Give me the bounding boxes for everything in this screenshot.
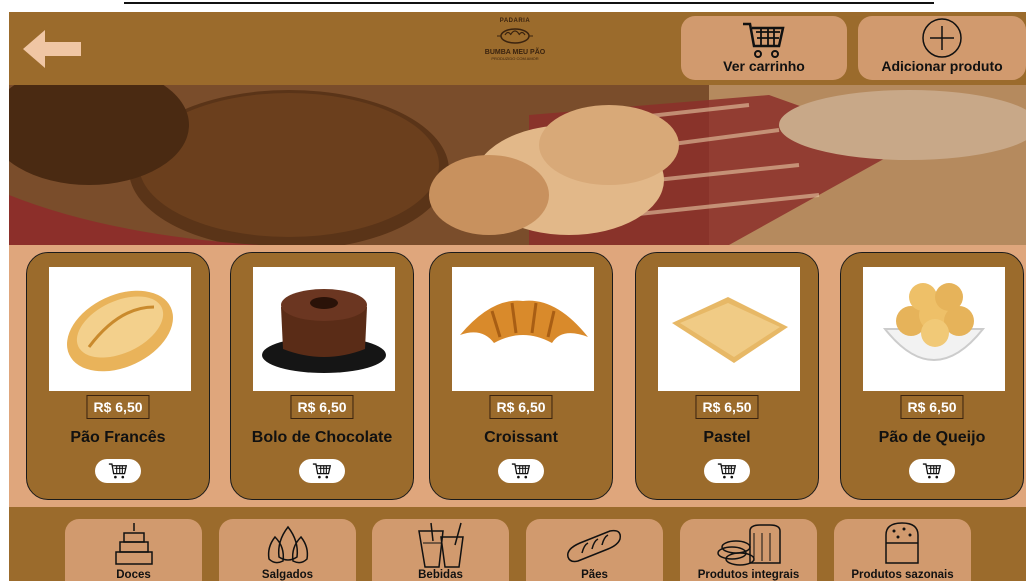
add-to-cart-button[interactable] bbox=[299, 459, 345, 483]
bakery-logo: PADARIA BUMBA MEU PÃO PRODUZIDO COM AMOR bbox=[484, 18, 546, 61]
category-label: Salgados bbox=[261, 569, 314, 581]
cheese-bread-photo bbox=[863, 267, 1005, 391]
arrow-left-icon bbox=[23, 30, 81, 68]
category-doces[interactable]: Doces bbox=[65, 519, 202, 581]
shopping-cart-icon bbox=[922, 463, 942, 479]
pastel-photo bbox=[658, 267, 800, 391]
croissant-photo bbox=[452, 267, 594, 391]
bread-logo-icon bbox=[497, 28, 533, 44]
category-label: Doces bbox=[116, 569, 151, 581]
top-divider bbox=[124, 2, 934, 4]
category-nav: Doces Salgados Bebidas Pães Produtos int… bbox=[9, 507, 1026, 581]
product-price: R$ 6,50 bbox=[489, 395, 553, 419]
shopping-cart-icon bbox=[511, 463, 531, 479]
add-product-button[interactable]: Adicionar produto bbox=[858, 16, 1026, 80]
product-name: Croissant bbox=[484, 429, 558, 446]
product-price: R$ 6,50 bbox=[86, 395, 150, 419]
add-to-cart-button[interactable] bbox=[909, 459, 955, 483]
product-card: R$ 6,50 Bolo de Chocolate bbox=[230, 252, 414, 500]
plus-circle-icon bbox=[922, 18, 962, 58]
shopping-cart-icon bbox=[312, 463, 332, 479]
product-name: Bolo de Chocolate bbox=[251, 429, 393, 446]
product-card: R$ 6,50 Croissant bbox=[429, 252, 613, 500]
product-name: Pão Francês bbox=[70, 429, 166, 446]
coxinha-icon bbox=[267, 525, 309, 564]
panettone-icon bbox=[885, 522, 919, 564]
app-header: PADARIA BUMBA MEU PÃO PRODUZIDO COM AMOR… bbox=[9, 12, 1026, 85]
product-price: R$ 6,50 bbox=[290, 395, 354, 419]
product-name: Pastel bbox=[703, 429, 751, 446]
hero-banner bbox=[9, 85, 1026, 245]
product-name: Pão de Queijo bbox=[878, 429, 986, 446]
add-to-cart-button[interactable] bbox=[704, 459, 750, 483]
baguette-icon bbox=[567, 529, 622, 563]
category-bebidas[interactable]: Bebidas bbox=[372, 519, 509, 581]
product-card: R$ 6,50 Pão de Queijo bbox=[840, 252, 1024, 500]
product-grid: R$ 6,50 Pão Francês R$ 6,50 Bolo de Choc… bbox=[9, 245, 1026, 507]
category-produtos-sazonais[interactable]: Produtos sazonais bbox=[834, 519, 971, 581]
product-price: R$ 6,50 bbox=[900, 395, 964, 419]
add-to-cart-button[interactable] bbox=[95, 459, 141, 483]
category-produtos-integrais[interactable]: Produtos integrais bbox=[680, 519, 817, 581]
category-label: Bebidas bbox=[418, 569, 463, 581]
whole-bread-icon bbox=[717, 524, 781, 566]
add-to-cart-button[interactable] bbox=[498, 459, 544, 483]
shopping-cart-icon bbox=[108, 463, 128, 479]
category-label: Pães bbox=[581, 569, 608, 581]
view-cart-label: Ver carrinho bbox=[723, 58, 805, 74]
drinks-icon bbox=[418, 522, 464, 568]
bread-basket-photo bbox=[9, 85, 1026, 245]
french-bread-photo bbox=[49, 267, 191, 391]
product-card: R$ 6,50 Pastel bbox=[635, 252, 819, 500]
category-salgados[interactable]: Salgados bbox=[219, 519, 356, 581]
product-price: R$ 6,50 bbox=[695, 395, 759, 419]
category-paes[interactable]: Pães bbox=[526, 519, 663, 581]
cake-icon bbox=[115, 523, 153, 565]
add-product-label: Adicionar produto bbox=[881, 58, 1003, 74]
back-button[interactable] bbox=[23, 28, 83, 70]
chocolate-cake-photo bbox=[253, 267, 395, 391]
shopping-cart-icon bbox=[743, 22, 785, 58]
category-label: Produtos integrais bbox=[697, 569, 800, 581]
category-label: Produtos sazonais bbox=[851, 569, 954, 581]
shopping-cart-icon bbox=[717, 463, 737, 479]
product-card: R$ 6,50 Pão Francês bbox=[26, 252, 210, 500]
view-cart-button[interactable]: Ver carrinho bbox=[681, 16, 847, 80]
